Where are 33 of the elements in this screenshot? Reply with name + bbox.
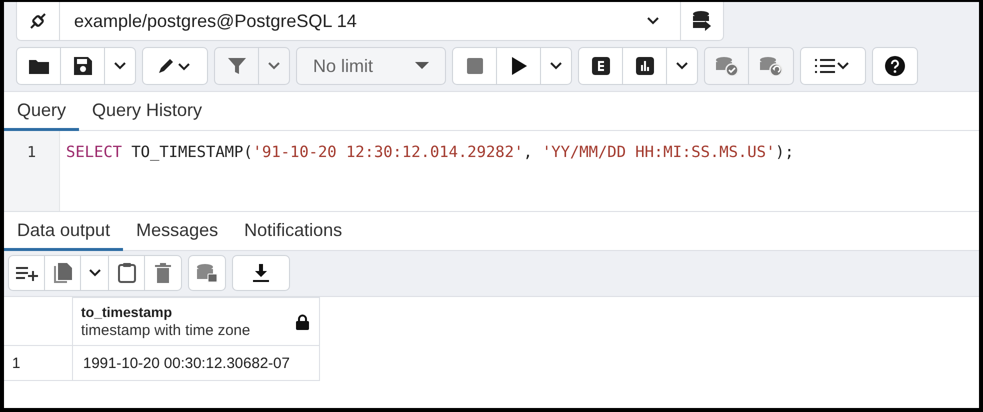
table-cell: 1991-10-20 00:30:12.30682-07 (72, 346, 320, 380)
trash-icon (155, 263, 171, 283)
add-row-icon (16, 265, 38, 281)
query-tab[interactable]: Query History (79, 92, 216, 131)
bar-chart-icon (636, 57, 654, 75)
row-number: 1 (4, 346, 72, 380)
copy-icon (54, 263, 72, 283)
column-header[interactable]: to_timestamp timestamp with time zone (72, 298, 320, 346)
column-type: timestamp with time zone (81, 322, 250, 339)
help-icon (885, 56, 905, 76)
database-check-icon (714, 56, 738, 76)
row-limit-select[interactable]: No limit (297, 48, 445, 84)
clipboard-icon (118, 263, 136, 283)
funnel-icon (228, 57, 246, 75)
caret-down-icon (415, 62, 429, 70)
chevron-down-icon (676, 62, 688, 70)
result-tab[interactable]: Notifications (231, 212, 356, 251)
explain-icon (592, 57, 610, 75)
line-number: 1 (26, 143, 36, 163)
chevron-down-icon (114, 62, 126, 70)
numbered-list-icon (815, 57, 851, 75)
column-name: to_timestamp (81, 304, 174, 320)
chevron-down-icon (88, 269, 100, 277)
download-icon (253, 264, 269, 282)
result-tab[interactable]: Messages (123, 212, 232, 251)
database-undo-icon (759, 56, 783, 76)
database-save-icon (196, 263, 218, 283)
play-icon (510, 57, 526, 75)
chevron-down-icon (268, 62, 280, 70)
chevron-down-icon (550, 62, 562, 70)
stop-icon (466, 58, 482, 74)
folder-icon (28, 58, 48, 74)
sql-code-line: SELECT TO_TIMESTAMP('91-10-20 12:30:12.014.29282', 'YY/MM/DD HH:MI:SS.MS.US'); (66, 143, 794, 163)
